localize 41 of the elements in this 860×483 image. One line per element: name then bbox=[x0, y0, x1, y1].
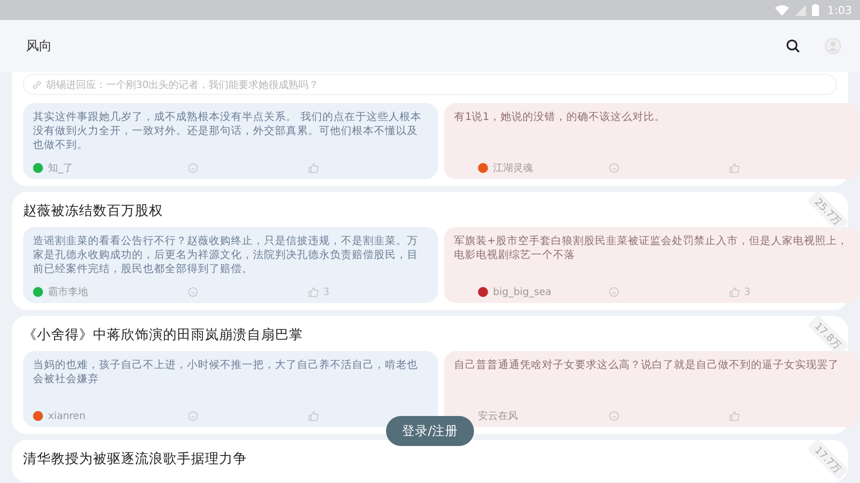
author-name: 知_了 bbox=[48, 162, 73, 175]
comment-text: 自己普普通通凭啥对子女要求这么高？说白了就是自己做不到的逼子女实现罢了 bbox=[454, 358, 840, 372]
login-button[interactable]: 登录/注册 bbox=[386, 416, 474, 446]
quote-text: 胡锡进回应：一个刚30出头的记者，我们能要求她很成熟吗？ bbox=[46, 78, 319, 92]
app-title: 风向 bbox=[26, 38, 52, 55]
comment-icon bbox=[188, 163, 198, 173]
author-name: 霸市李地 bbox=[48, 286, 88, 299]
author-name: xianren bbox=[48, 410, 86, 422]
comment-text: 军旗装+股市空手套白狼割股民韭菜被证监会处罚禁止入市，但是人家电视照上，电影电视剧综艺一个不落 bbox=[454, 234, 849, 262]
thumbs-up-icon bbox=[729, 163, 740, 173]
author-name: 江湖灵魂 bbox=[493, 162, 533, 175]
comment-icon bbox=[609, 287, 619, 297]
search-icon[interactable] bbox=[786, 39, 800, 53]
comment-card[interactable]: 造谣割韭菜的看看公告行不行？赵薇收购终止，只是信披违规，不是割韭菜。万家是孔德永收购成功的，后更名为祥源文化，法院判决孔德永负责赔偿股民，目前已经案件完结，股民也都全部得到了赔偿。 霸市李地 3 bbox=[23, 227, 438, 303]
like-count: 3 bbox=[744, 286, 750, 298]
comment-text: 当妈的也难，孩子自己不上进，小时候不推一把，大了自己养不活自己，啃老也会被社会嫌弃 bbox=[33, 358, 419, 386]
comment-card[interactable]: 军旗装+股市空手套白狼割股民韭菜被证监会处罚禁止入市，但是人家电视照上，电影电视剧综艺一个不落 big_big_sea 3 bbox=[444, 227, 859, 303]
wifi-icon bbox=[775, 4, 790, 16]
author-name: big_big_sea bbox=[493, 286, 552, 298]
comment-icon bbox=[609, 411, 619, 421]
author-name: 安云在风 bbox=[478, 410, 518, 423]
topic-title: 《小舍得》中蒋欣饰演的田雨岚崩溃自扇巴掌 bbox=[23, 326, 303, 345]
thumbs-up-icon bbox=[729, 287, 740, 297]
comment-text: 其实这件事跟她几岁了，成不成熟根本没有半点关系。 我们的点在于这些人根本没有做到火力全开，一致对外。还是那句话，外交部真累。可他们根本不懂以及也做不到。 bbox=[33, 110, 422, 152]
like-count: 3 bbox=[323, 286, 330, 298]
thumbs-up-icon bbox=[729, 411, 740, 421]
battery-icon bbox=[812, 4, 820, 16]
thumbs-up-icon bbox=[308, 411, 319, 421]
topic-title: 清华教授为被驱逐流浪歌手据理力争 bbox=[23, 450, 247, 469]
thumbs-up-icon bbox=[308, 287, 319, 297]
comment-card[interactable]: 其实这件事跟她几岁了，成不成熟根本没有半点关系。 我们的点在于这些人根本没有做到火力全开，一致对外。还是那句话，外交部真累。可他们根本不懂以及也做不到。 知_了 bbox=[23, 103, 438, 179]
comment-text: 有1说1，她说的没错，的确不该这么对比。 bbox=[454, 110, 666, 124]
comment-icon bbox=[609, 163, 619, 173]
signal-icon bbox=[795, 4, 806, 16]
thumbs-up-icon bbox=[308, 163, 319, 173]
topic-title: 赵薇被冻结数百万股权 bbox=[23, 202, 163, 221]
comment-icon bbox=[188, 287, 198, 297]
comment-card[interactable]: 有1说1，她说的没错，的确不该这么对比。 江湖灵魂 bbox=[444, 103, 859, 179]
comment-icon bbox=[188, 411, 198, 421]
link-icon bbox=[32, 80, 42, 90]
comment-text: 造谣割韭菜的看看公告行不行？赵薇收购终止，只是信披违规，不是割韭菜。万家是孔德永收购成功的，后更名为祥源文化，法院判决孔德永负责赔偿股民，目前已经案件完结，股民也都全部得到了赔偿。 bbox=[33, 234, 419, 276]
